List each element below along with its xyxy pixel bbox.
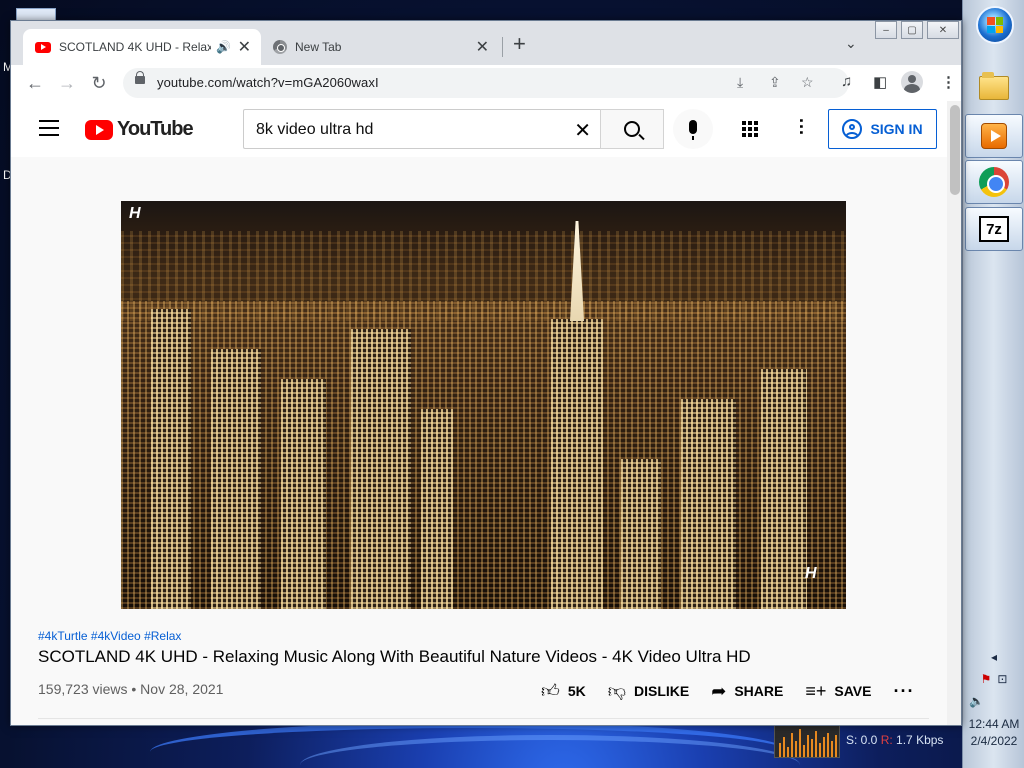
taskbar-7zip[interactable]: 7z bbox=[965, 207, 1023, 251]
clock-date: 2/4/2022 bbox=[970, 734, 1018, 748]
forward-button[interactable]: → bbox=[55, 71, 79, 95]
tab-search-chevron-icon[interactable]: ⌄ bbox=[845, 35, 857, 52]
tray-expand-icon[interactable]: ◂ bbox=[963, 650, 1024, 664]
dislike-button[interactable]: 👎︎ DISLIKE bbox=[608, 680, 690, 702]
tab-new-tab[interactable]: New Tab ✕ bbox=[261, 29, 499, 65]
net-receive: 1.7 Kbps bbox=[896, 733, 944, 747]
like-button[interactable]: 👍︎ 5K bbox=[541, 680, 586, 702]
close-window-button[interactable]: ✕ bbox=[927, 21, 959, 39]
net-receive-label: R: bbox=[880, 733, 893, 747]
search-input[interactable]: 8k video ultra hd ✕ bbox=[243, 109, 601, 149]
thumbs-up-icon: 👍︎ bbox=[541, 681, 560, 701]
taskbar-media-player[interactable] bbox=[965, 114, 1023, 158]
account-icon bbox=[842, 119, 863, 139]
microphone-icon bbox=[689, 120, 697, 140]
close-tab-icon[interactable]: ✕ bbox=[476, 37, 489, 57]
settings-more-icon[interactable]: ··· bbox=[791, 118, 811, 136]
search-button[interactable] bbox=[600, 109, 664, 149]
taskbar: 7z ◂ ⚑ ⊡ 🔈 12:44 AM 2/4/2022 bbox=[962, 0, 1024, 768]
channel-watermark[interactable]: H bbox=[129, 205, 141, 223]
tab-separator bbox=[502, 37, 503, 57]
channel-watermark[interactable]: H bbox=[805, 565, 817, 583]
voice-search-button[interactable] bbox=[673, 109, 713, 149]
youtube-page: YouTube 8k video ultra hd ✕ ··· SIGN IN bbox=[11, 101, 961, 725]
playlist-add-icon: ≡+ bbox=[805, 680, 827, 701]
chrome-menu-icon[interactable]: ⋮ bbox=[941, 73, 956, 91]
net-send: S: 0.0 bbox=[846, 733, 878, 747]
divider bbox=[38, 718, 929, 719]
search-icon bbox=[624, 121, 640, 137]
chrome-icon bbox=[979, 167, 1009, 197]
thumbs-down-icon: 👎︎ bbox=[607, 681, 626, 701]
minimize-button[interactable]: – bbox=[875, 21, 897, 39]
url-text: youtube.com/watch?v=mGA2060waxI bbox=[157, 75, 379, 90]
like-count: 5K bbox=[567, 683, 586, 699]
youtube-favicon-icon bbox=[35, 41, 51, 53]
video-title: SCOTLAND 4K UHD - Relaxing Music Along W… bbox=[38, 647, 751, 666]
network-stats: S: 0.0 R: 1.7 Kbps bbox=[846, 733, 943, 747]
start-button[interactable] bbox=[976, 6, 1014, 44]
close-tab-icon[interactable]: ✕ bbox=[238, 37, 251, 57]
side-panel-icon[interactable]: ◧ bbox=[873, 73, 887, 91]
media-player-icon bbox=[981, 123, 1007, 149]
tab-title: SCOTLAND 4K UHD - Relaxi bbox=[59, 40, 211, 54]
youtube-header: YouTube 8k video ultra hd ✕ ··· SIGN IN bbox=[11, 101, 947, 157]
video-meta: 159,723 views • Nov 28, 2021 bbox=[38, 681, 224, 697]
share-icon[interactable]: ⇪ bbox=[769, 74, 781, 91]
video-actions: 👍︎ 5K 👎︎ DISLIKE ➦ SHARE ≡+ SAVE ··· bbox=[541, 679, 914, 703]
sign-in-button[interactable]: SIGN IN bbox=[828, 109, 937, 149]
volume-icon[interactable]: 🔈 bbox=[963, 694, 1024, 708]
audio-playing-icon[interactable]: 🔊 bbox=[216, 40, 231, 54]
media-control-icon[interactable]: ♫ bbox=[841, 73, 852, 90]
system-clock[interactable]: 12:44 AM 2/4/2022 bbox=[963, 716, 1024, 750]
7zip-icon: 7z bbox=[979, 216, 1009, 242]
share-label: SHARE bbox=[734, 683, 784, 699]
new-tab-button[interactable]: + bbox=[513, 33, 526, 55]
action-center-flag-icon[interactable]: ⚑ bbox=[981, 672, 992, 686]
menu-icon[interactable] bbox=[39, 120, 59, 136]
maximize-button[interactable]: ▢ bbox=[901, 21, 923, 39]
video-hashtags[interactable]: #4kTurtle #4kVideo #Relax bbox=[38, 629, 181, 643]
reload-button[interactable]: ↻ bbox=[87, 71, 111, 95]
clock-time: 12:44 AM bbox=[968, 717, 1020, 731]
more-actions-icon[interactable]: ··· bbox=[893, 681, 914, 702]
back-button[interactable]: ← bbox=[23, 71, 47, 95]
clear-search-icon[interactable]: ✕ bbox=[574, 118, 591, 143]
share-arrow-icon: ➦ bbox=[711, 680, 727, 701]
tab-strip: SCOTLAND 4K UHD - Relaxi 🔊 ✕ New Tab ✕ +… bbox=[11, 21, 961, 65]
save-button[interactable]: ≡+ SAVE bbox=[805, 681, 871, 702]
browser-toolbar: ← → ↻ youtube.com/watch?v=mGA2060waxI ⤓ … bbox=[11, 65, 961, 101]
youtube-apps-icon[interactable] bbox=[742, 121, 758, 137]
tab-youtube[interactable]: SCOTLAND 4K UHD - Relaxi 🔊 ✕ bbox=[23, 29, 261, 65]
chrome-favicon-icon bbox=[273, 40, 287, 54]
network-icon[interactable]: ⊡ bbox=[997, 672, 1007, 686]
profile-avatar-icon[interactable] bbox=[901, 71, 923, 93]
tab-title: New Tab bbox=[295, 40, 342, 54]
youtube-logo[interactable]: YouTube bbox=[85, 118, 194, 141]
bookmark-star-icon[interactable]: ☆ bbox=[801, 74, 814, 91]
taskbar-explorer[interactable] bbox=[965, 66, 1023, 110]
folder-icon bbox=[979, 72, 1009, 100]
lock-icon[interactable] bbox=[135, 71, 145, 84]
address-bar[interactable]: youtube.com/watch?v=mGA2060waxI ⤓ ⇪ ☆ bbox=[123, 68, 849, 98]
youtube-wordmark: YouTube bbox=[117, 118, 194, 140]
video-player[interactable]: H H bbox=[121, 201, 846, 609]
dislike-label: DISLIKE bbox=[634, 683, 690, 699]
network-meter-graph bbox=[774, 722, 840, 758]
page-scrollbar[interactable] bbox=[947, 101, 961, 725]
search-query: 8k video ultra hd bbox=[256, 121, 374, 138]
sign-in-label: SIGN IN bbox=[870, 121, 923, 137]
youtube-play-icon bbox=[85, 119, 113, 140]
taskbar-chrome[interactable] bbox=[965, 160, 1023, 204]
chrome-window: SCOTLAND 4K UHD - Relaxi 🔊 ✕ New Tab ✕ +… bbox=[10, 20, 962, 726]
save-label: SAVE bbox=[834, 683, 872, 699]
windows-logo-icon bbox=[987, 17, 1003, 33]
install-app-icon[interactable]: ⤓ bbox=[737, 74, 743, 91]
share-button[interactable]: ➦ SHARE bbox=[711, 681, 783, 702]
scrollbar-thumb[interactable] bbox=[950, 105, 960, 195]
